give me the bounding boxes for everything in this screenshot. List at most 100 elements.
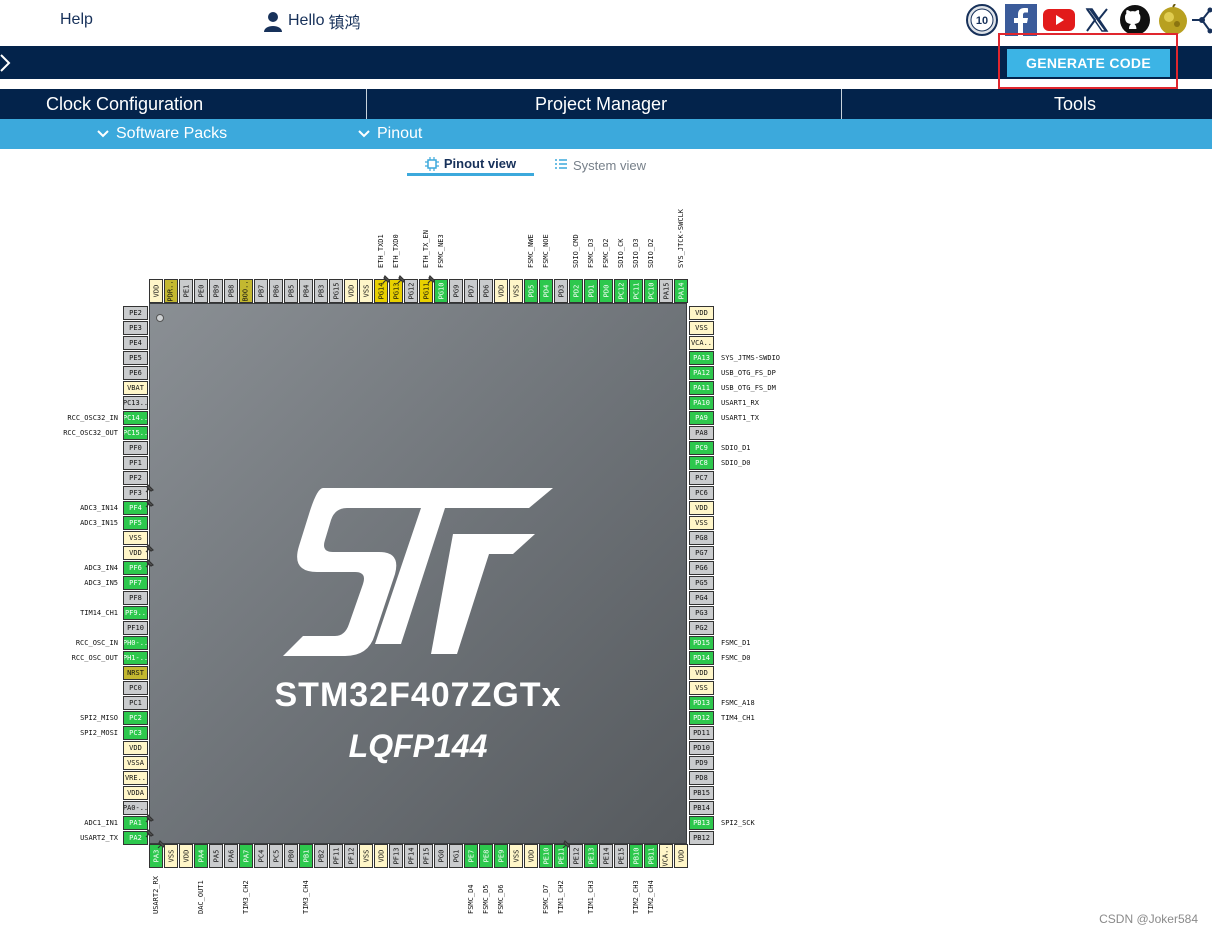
pin-pe8[interactable]: PE8 [479,844,493,868]
pin-pa11[interactable]: PA11 [689,381,714,395]
pin-pb7[interactable]: PB7 [254,279,268,303]
pin-pa10[interactable]: PA10 [689,396,714,410]
pinout-menu[interactable]: Pinout [357,119,422,149]
pin-pb2[interactable]: PB2 [314,844,328,868]
pin-vss[interactable]: VSS [359,844,373,868]
pin-pe14[interactable]: PE14 [599,844,613,868]
pin-pa12[interactable]: PA12 [689,366,714,380]
pin-vdd[interactable]: VDD [374,844,388,868]
pin-pg5[interactable]: PG5 [689,576,714,590]
st-community-icon[interactable] [1157,4,1189,36]
pin-pd11[interactable]: PD11 [689,726,714,740]
pin-pc3[interactable]: PC3 [123,726,148,740]
pin-pa4[interactable]: PA4 [194,844,208,868]
pin-vbat[interactable]: VBAT [123,381,148,395]
pin-pb3[interactable]: PB3 [314,279,328,303]
pin-pc1[interactable]: PC1 [123,696,148,710]
pin-pg0[interactable]: PG0 [434,844,448,868]
pin-pe13[interactable]: PE13 [584,844,598,868]
pin-pb12[interactable]: PB12 [689,831,714,845]
pin-pg8[interactable]: PG8 [689,531,714,545]
pin-pf0[interactable]: PF0 [123,441,148,455]
pin-pd13[interactable]: PD13 [689,696,714,710]
pin-vss[interactable]: VSS [164,844,178,868]
pin-pc7[interactable]: PC7 [689,471,714,485]
pin-pc14[interactable]: PC14.. [123,411,148,425]
pin-pg4[interactable]: PG4 [689,591,714,605]
pin-pd7[interactable]: PD7 [464,279,478,303]
pin-pb9[interactable]: PB9 [209,279,223,303]
pin-vdd[interactable]: VDD [674,844,688,868]
pin-pc6[interactable]: PC6 [689,486,714,500]
pin-pa8[interactable]: PA8 [689,426,714,440]
pin-pc13[interactable]: PC13.. [123,396,148,410]
pin-pc4[interactable]: PC4 [254,844,268,868]
pin-pc0[interactable]: PC0 [123,681,148,695]
pin-vca[interactable]: VCA.. [659,844,673,868]
tab-clock-configuration[interactable]: Clock Configuration [46,89,203,119]
pin-pe4[interactable]: PE4 [123,336,148,350]
pin-pf14[interactable]: PF14 [404,844,418,868]
pin-pc15[interactable]: PC15.. [123,426,148,440]
pin-pb10[interactable]: PB10 [629,844,643,868]
pin-pd12[interactable]: PD12 [689,711,714,725]
pin-pd5[interactable]: PD5 [524,279,538,303]
pin-pb0[interactable]: PB0 [284,844,298,868]
pin-pf13[interactable]: PF13 [389,844,403,868]
pin-pe0[interactable]: PE0 [194,279,208,303]
pin-pd14[interactable]: PD14 [689,651,714,665]
pin-pf5[interactable]: PF5 [123,516,148,530]
pin-vss[interactable]: VSS [359,279,373,303]
pin-pc9[interactable]: PC9 [689,441,714,455]
pin-pa15[interactable]: PA15 [659,279,673,303]
pin-pf15[interactable]: PF15 [419,844,433,868]
pin-pb14[interactable]: PB14 [689,801,714,815]
pin-pb11[interactable]: PB11 [644,844,658,868]
x-icon[interactable] [1081,4,1113,36]
pin-vss[interactable]: VSS [689,681,714,695]
pin-pa5[interactable]: PA5 [209,844,223,868]
pin-pa6[interactable]: PA6 [224,844,238,868]
pin-pg12[interactable]: PG12 [404,279,418,303]
pin-pc2[interactable]: PC2 [123,711,148,725]
user-menu[interactable]: Hello 镇鸿 [262,9,360,33]
pin-vdd[interactable]: VDD [689,306,714,320]
pin-pf1[interactable]: PF1 [123,456,148,470]
pin-pd1[interactable]: PD1 [584,279,598,303]
pin-pg15[interactable]: PG15 [329,279,343,303]
pin-pd3[interactable]: PD3 [554,279,568,303]
pin-pb5[interactable]: PB5 [284,279,298,303]
pin-pc5[interactable]: PC5 [269,844,283,868]
pin-pb15[interactable]: PB15 [689,786,714,800]
pin-pb8[interactable]: PB8 [224,279,238,303]
tab-project-manager[interactable]: Project Manager [535,89,667,119]
pin-pa7[interactable]: PA7 [239,844,253,868]
pin-pg9[interactable]: PG9 [449,279,463,303]
pin-pd8[interactable]: PD8 [689,771,714,785]
pin-pf7[interactable]: PF7 [123,576,148,590]
pin-pe7[interactable]: PE7 [464,844,478,868]
pin-pb13[interactable]: PB13 [689,816,714,830]
pin-pg7[interactable]: PG7 [689,546,714,560]
pin-vca[interactable]: VCA.. [689,336,714,350]
pin-pe15[interactable]: PE15 [614,844,628,868]
pin-vdd[interactable]: VDD [494,279,508,303]
pin-vre[interactable]: VRE.. [123,771,148,785]
pin-pb1[interactable]: PB1 [299,844,313,868]
pin-pb4[interactable]: PB4 [299,279,313,303]
pin-pg10[interactable]: PG10 [434,279,448,303]
pin-pe2[interactable]: PE2 [123,306,148,320]
pin-vss[interactable]: VSS [689,321,714,335]
pin-vdd[interactable]: VDD [179,844,193,868]
software-packs-menu[interactable]: Software Packs [96,119,227,149]
youtube-icon[interactable] [1043,4,1075,36]
generate-code-button[interactable]: GENERATE CODE [1007,49,1170,77]
anniversary-badge-icon[interactable]: 10 [966,4,998,36]
pin-vss[interactable]: VSS [689,516,714,530]
pin-vdd[interactable]: VDD [689,501,714,515]
pin-vdda[interactable]: VDDA [123,786,148,800]
system-view-tab[interactable]: System view [554,154,646,176]
pin-pd4[interactable]: PD4 [539,279,553,303]
pin-pe6[interactable]: PE6 [123,366,148,380]
tab-tools[interactable]: Tools [1054,89,1096,119]
